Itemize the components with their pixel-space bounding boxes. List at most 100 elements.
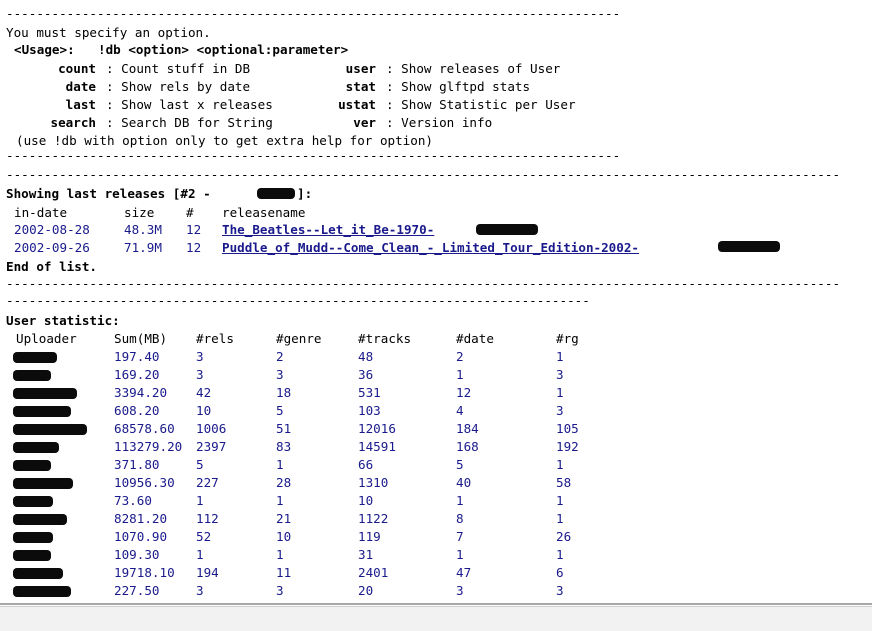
- option-key: count: [58, 61, 96, 76]
- stats-cell: 1: [556, 457, 564, 472]
- release-date: 2002-08-28: [14, 222, 90, 237]
- stats-cell: 51: [276, 421, 292, 436]
- stats-col-header: #rels: [196, 331, 234, 346]
- stats-cell: 10956.30: [114, 475, 175, 490]
- uploader-redaction: [13, 388, 77, 399]
- stats-cell: 1: [276, 547, 284, 562]
- stats-cell: 531: [358, 385, 381, 400]
- uploader-redaction: [13, 550, 51, 561]
- redaction: [476, 224, 538, 235]
- stats-col-header: #genre: [276, 331, 322, 346]
- redaction: [257, 188, 295, 199]
- release-name-link[interactable]: The_Beatles--Let_it_Be-1970-: [222, 222, 434, 238]
- uploader-redaction: [13, 352, 57, 363]
- release-size: 48.3M: [124, 222, 162, 237]
- stats-col-header: Uploader: [16, 331, 77, 346]
- stats-cell: 3: [556, 403, 564, 418]
- uploader-redaction: [13, 568, 63, 579]
- stats-cell: 10: [196, 403, 212, 418]
- stats-cell: 12: [456, 385, 472, 400]
- stats-cell: 8: [456, 511, 464, 526]
- option-key: user: [345, 61, 376, 76]
- stats-cell: 68578.60: [114, 421, 175, 436]
- stats-cell: 1: [456, 493, 464, 508]
- stats-cell: 8281.20: [114, 511, 168, 526]
- stats-cell: 52: [196, 529, 212, 544]
- stats-cell: 168: [456, 439, 479, 454]
- uploader-redaction: [13, 460, 51, 471]
- option-key: ver: [353, 115, 376, 130]
- uploader-redaction: [13, 478, 73, 489]
- stats-cell: 11: [276, 565, 292, 580]
- stats-cell: 10: [358, 493, 374, 508]
- stats-cell: 48: [358, 349, 374, 364]
- stats-cell: 112: [196, 511, 219, 526]
- stats-cell: 3: [276, 583, 284, 598]
- stats-cell: 58: [556, 475, 572, 490]
- option-key: last: [65, 97, 96, 112]
- stats-cell: 40: [456, 475, 472, 490]
- stats-cell: 28: [276, 475, 292, 490]
- separator-stats-top: ----------------------------------------…: [6, 296, 590, 306]
- option-desc: : Search DB for String: [106, 115, 273, 130]
- stats-col-header: #rg: [556, 331, 579, 346]
- stats-cell: 73.60: [114, 493, 152, 508]
- releases-heading-end: ]:: [297, 186, 313, 201]
- releases-col-num: #: [186, 205, 194, 220]
- uploader-redaction: [13, 442, 59, 453]
- stats-cell: 1: [196, 547, 204, 562]
- stats-cell: 3: [556, 367, 564, 382]
- separator-help-bottom: ----------------------------------------…: [6, 151, 618, 161]
- uploader-redaction: [13, 532, 53, 543]
- stats-cell: 10: [276, 529, 292, 544]
- stats-cell: 7: [456, 529, 464, 544]
- stats-cell: 113279.20: [114, 439, 183, 454]
- stats-cell: 608.20: [114, 403, 160, 418]
- stats-cell: 1: [456, 547, 464, 562]
- stats-cell: 197.40: [114, 349, 160, 364]
- stats-cell: 2: [456, 349, 464, 364]
- uploader-redaction: [13, 406, 71, 417]
- releases-col-name: releasename: [222, 205, 306, 220]
- stats-cell: 12016: [358, 421, 396, 436]
- stats-cell: 227.50: [114, 583, 160, 598]
- stats-cell: 169.20: [114, 367, 160, 382]
- stats-cell: 2401: [358, 565, 389, 580]
- separator-top: ----------------------------------------…: [6, 9, 618, 19]
- stats-cell: 4: [456, 403, 464, 418]
- input-area[interactable]: [0, 606, 872, 631]
- stats-cell: 1: [456, 367, 464, 382]
- stats-cell: 1: [196, 493, 204, 508]
- uploader-redaction: [13, 424, 87, 435]
- stats-cell: 18: [276, 385, 292, 400]
- option-desc: : Count stuff in DB: [106, 61, 251, 76]
- stats-cell: 3394.20: [114, 385, 168, 400]
- stats-cell: 1: [556, 493, 564, 508]
- releases-end: End of list.: [6, 259, 97, 274]
- option-key: date: [65, 79, 96, 94]
- stats-cell: 227: [196, 475, 219, 490]
- option-desc: : Show Statistic per User: [386, 97, 576, 112]
- stats-cell: 1310: [358, 475, 389, 490]
- releases-col-date: in-date: [14, 205, 68, 220]
- uploader-redaction: [13, 370, 51, 381]
- stats-cell: 1: [556, 547, 564, 562]
- help-footer: (use !db with option only to get extra h…: [16, 133, 434, 148]
- stats-cell: 66: [358, 457, 374, 472]
- uploader-redaction: [13, 496, 53, 507]
- stats-cell: 3: [556, 583, 564, 598]
- stats-cell: 1: [276, 493, 284, 508]
- stats-cell: 184: [456, 421, 479, 436]
- stats-cell: 3: [196, 367, 204, 382]
- stats-cell: 105: [556, 421, 579, 436]
- option-desc: : Show releases of User: [386, 61, 561, 76]
- stats-cell: 19718.10: [114, 565, 175, 580]
- release-name-link[interactable]: Puddle_of_Mudd--Come_Clean_-_Limited_Tou…: [222, 240, 639, 256]
- release-num: 12: [186, 222, 202, 237]
- uploader-redaction: [13, 514, 67, 525]
- stats-cell: 119: [358, 529, 381, 544]
- option-desc: : Show glftpd stats: [386, 79, 531, 94]
- stats-col-header: #date: [456, 331, 494, 346]
- stats-cell: 5: [276, 403, 284, 418]
- stats-cell: 3: [276, 367, 284, 382]
